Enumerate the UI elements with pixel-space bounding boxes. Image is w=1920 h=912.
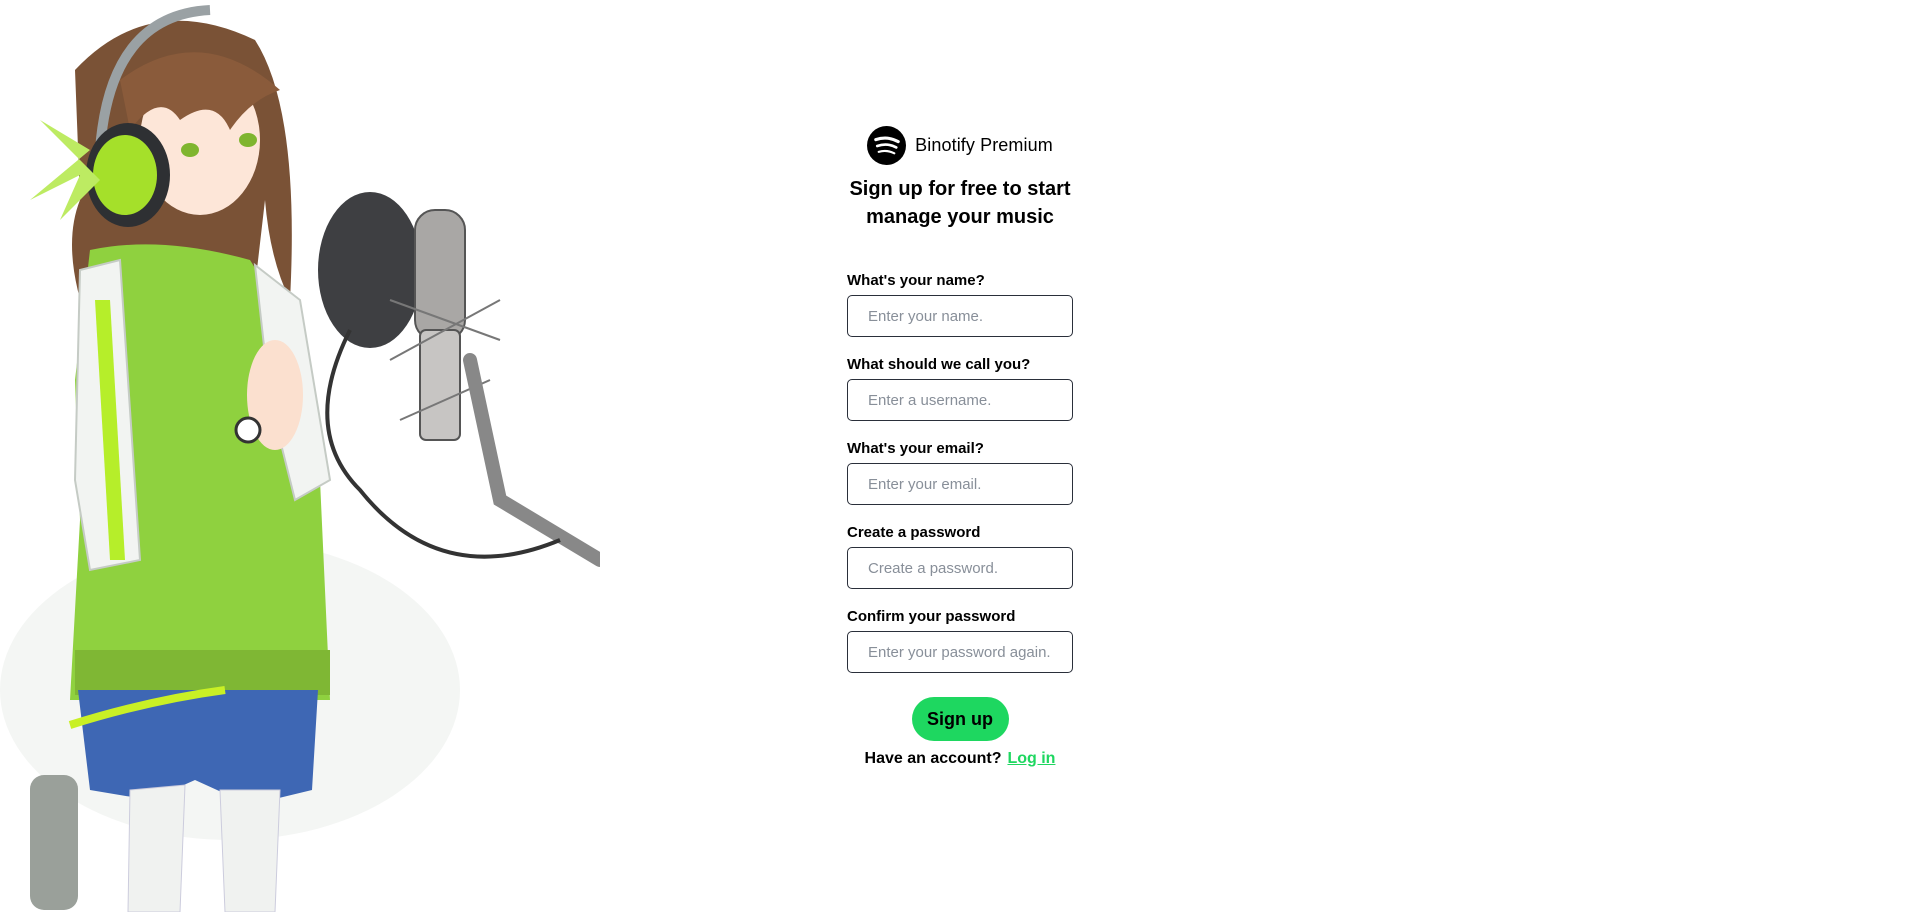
username-input[interactable] (847, 379, 1073, 421)
confirm-password-label: Confirm your password (847, 608, 1016, 625)
password-input[interactable] (847, 547, 1073, 589)
signup-panel: Binotify Premium Sign up for free to sta… (840, 120, 1080, 768)
name-label: What's your name? (847, 272, 985, 289)
singer-illustration (0, 5, 600, 912)
confirm-password-field-group: Confirm your password (847, 608, 1073, 673)
spotify-logo-icon (867, 126, 907, 165)
confirm-password-input[interactable] (847, 631, 1073, 673)
username-field-group: What should we call you? (847, 356, 1073, 421)
signup-page: Binotify Premium Sign up for free to sta… (0, 0, 1920, 912)
email-label: What's your email? (847, 440, 984, 457)
password-label: Create a password (847, 524, 981, 541)
email-field-group: What's your email? (847, 440, 1073, 505)
brand: Binotify Premium (867, 126, 1053, 165)
login-link[interactable]: Log in (1007, 750, 1055, 767)
name-input[interactable] (847, 295, 1073, 337)
username-label: What should we call you? (847, 356, 1031, 373)
login-row: Have an account? Log in (865, 750, 1056, 768)
page-title: Sign up for free to start manage your mu… (849, 178, 1071, 228)
signup-form: What's your name? What should we call yo… (847, 272, 1073, 768)
email-input[interactable] (847, 463, 1073, 505)
brand-name: Binotify Premium (915, 135, 1053, 155)
password-field-group: Create a password (847, 524, 1073, 589)
signup-button[interactable]: Sign up (911, 697, 1009, 741)
name-field-group: What's your name? (847, 272, 1073, 337)
login-prompt: Have an account? (864, 750, 1002, 767)
